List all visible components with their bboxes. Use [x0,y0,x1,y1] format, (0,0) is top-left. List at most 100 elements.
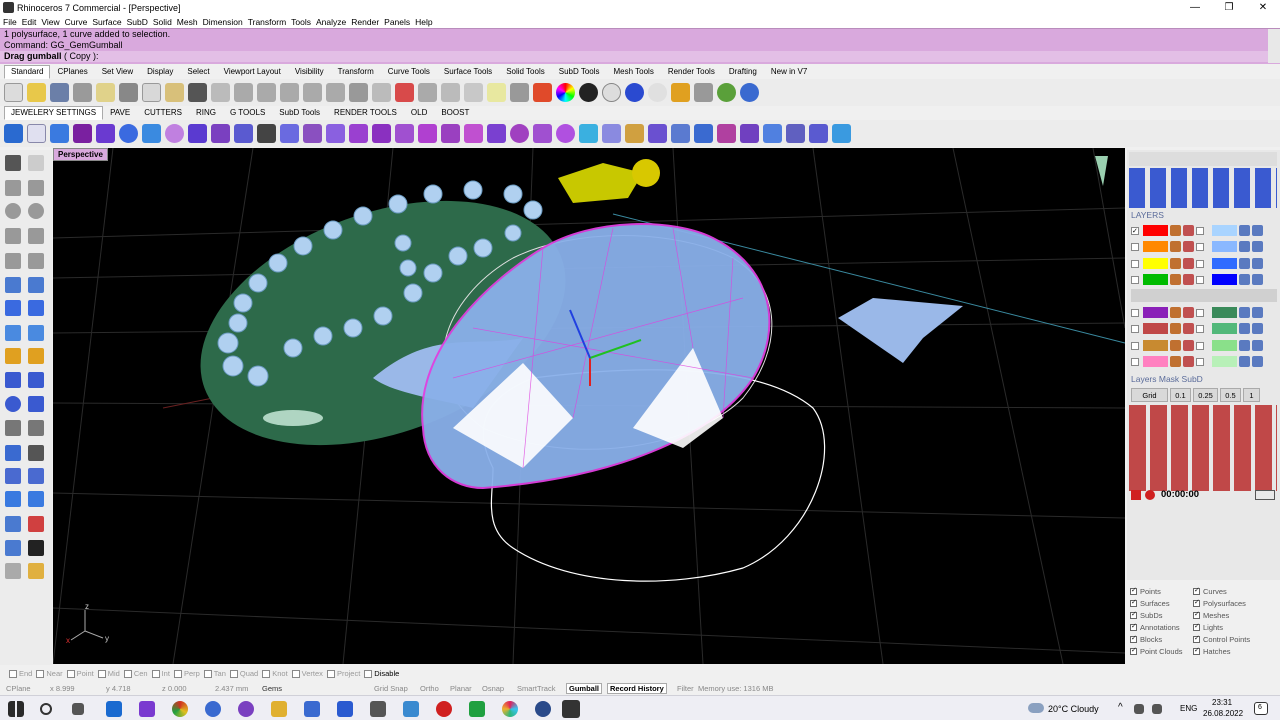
layer-color-swatch-2[interactable] [1212,340,1237,351]
filter-point-clouds[interactable]: Point Clouds [1130,646,1183,656]
filter-lights[interactable]: Lights [1193,622,1223,632]
tab-render-tools-plugin[interactable]: RENDER TOOLS [327,106,404,120]
eye-icon[interactable] [1239,241,1250,252]
pave-line-icon[interactable] [349,124,368,143]
tab-old[interactable]: OLD [404,106,434,120]
gumball-toggle[interactable]: Gumball [566,683,603,694]
filter-toggle[interactable]: Filter [677,684,694,693]
subd-tool-icons[interactable] [1129,405,1277,491]
layer-tool-icons[interactable] [1129,168,1277,208]
cone-icon[interactable] [579,124,598,143]
ellipse-icon[interactable] [28,203,44,219]
filter-blocks[interactable]: Blocks [1130,634,1162,644]
lock-icon[interactable] [1252,323,1263,334]
lock-icon[interactable] [1183,307,1194,318]
gem-flip-icon[interactable] [510,124,529,143]
clock-time[interactable]: 23:31 [1212,698,1232,707]
tray-chevron-icon[interactable]: ^ [1118,702,1123,713]
lock-icon[interactable] [1252,258,1263,269]
select-arrow-icon[interactable] [5,155,21,171]
layer-color-swatch-2[interactable] [1212,307,1237,318]
app-icon[interactable] [469,701,485,717]
osnap-checkbox[interactable] [97,669,106,678]
osnap-checkbox[interactable] [173,669,182,678]
bulb-icon[interactable] [1170,307,1181,318]
explode-icon[interactable] [5,348,21,364]
polyline-icon[interactable] [5,180,21,196]
layer-color-swatch-2[interactable] [1212,225,1237,236]
save-icon[interactable] [50,83,69,102]
bars-icon[interactable] [28,491,44,507]
gem-round-icon[interactable] [119,124,138,143]
filter-control-points[interactable]: Control Points [1193,634,1250,644]
osnap-checkbox[interactable] [9,669,17,678]
task-view-icon[interactable] [72,703,84,715]
tab-new-in-v7[interactable]: New in V7 [764,65,814,79]
layer-checkbox[interactable]: ✓ [1131,226,1139,235]
ortho-toggle[interactable]: Ortho [420,684,439,693]
rhino-taskbar-icon[interactable] [562,700,580,718]
rectangle-icon[interactable] [28,228,44,244]
zoom-extents-icon[interactable] [303,83,322,102]
misc-tool-icon[interactable] [5,563,21,579]
prong-icon[interactable] [487,124,506,143]
bulb-icon[interactable] [1170,356,1181,367]
osnap-checkbox[interactable] [203,669,212,678]
osnap-checkbox[interactable] [66,669,75,678]
heart-gem-icon[interactable] [4,124,23,143]
chain-icon[interactable] [303,124,322,143]
pave-tilt-icon[interactable] [395,124,414,143]
filter-checkbox[interactable] [1130,598,1137,607]
options-gear-icon[interactable] [671,83,690,102]
osnap-perp[interactable]: Perp [184,669,200,678]
layer-color-swatch-2[interactable] [1212,323,1237,334]
osnap-checkbox[interactable] [364,669,373,678]
select-icon[interactable] [418,83,437,102]
filter-checkbox[interactable] [1193,622,1200,631]
point-icon[interactable] [28,155,44,171]
lock-icon[interactable] [1252,340,1263,351]
osnap-checkbox[interactable] [123,669,132,678]
lock-icon[interactable] [1183,356,1194,367]
small-pear-gem[interactable] [838,298,963,363]
layer-visibility-toggle-row[interactable] [1131,289,1277,302]
tab-solid-tools[interactable]: Solid Tools [499,65,552,79]
gem-pattern-icon[interactable] [648,124,667,143]
layer-color-swatch[interactable] [1143,258,1168,269]
tab-set-view[interactable]: Set View [95,65,140,79]
eye-icon[interactable] [1239,356,1250,367]
offset-curve-icon[interactable] [28,253,44,269]
smarttrack-toggle[interactable]: SmartTrack [517,684,555,693]
filter-annotations[interactable]: Annotations [1130,622,1180,632]
loft-icon[interactable] [28,277,44,293]
eye-icon[interactable] [1239,323,1250,334]
osnap-checkbox[interactable] [151,669,160,678]
osnap-tan[interactable]: Tan [214,669,226,678]
panel-tab-strip[interactable] [1129,152,1277,166]
render-box-icon[interactable] [5,540,21,556]
tab-ring[interactable]: RING [189,106,223,120]
gem-bars-icon[interactable] [717,124,736,143]
bulb-icon[interactable] [1170,340,1181,351]
pave-curve-icon[interactable] [326,124,345,143]
filter-checkbox[interactable] [1193,586,1200,595]
command-prompt[interactable]: Drag gumball ( Copy ): [0,51,1280,62]
lightbulb-icon[interactable] [487,83,506,102]
layer-checkbox[interactable] [1131,259,1139,268]
tab-drafting[interactable]: Drafting [722,65,764,79]
pave-surface-icon[interactable] [418,124,437,143]
menu-surface[interactable]: Surface [92,17,121,27]
wire-sphere-icon[interactable] [602,83,621,102]
four-viewports-icon[interactable] [372,83,391,102]
layer-color-swatch[interactable] [1143,274,1168,285]
cplane-icon[interactable] [441,83,460,102]
dots-line-icon[interactable] [280,124,299,143]
pave-diag-icon[interactable] [372,124,391,143]
visual-studio-icon[interactable] [139,701,155,717]
reset-icon[interactable] [1145,490,1155,500]
material-icon[interactable] [533,83,552,102]
osnap-point[interactable]: Point [77,669,94,678]
tab-g-tools[interactable]: G TOOLS [223,106,272,120]
gem-pentagon-icon[interactable] [96,124,115,143]
command-scrollbar[interactable] [1268,29,1280,63]
